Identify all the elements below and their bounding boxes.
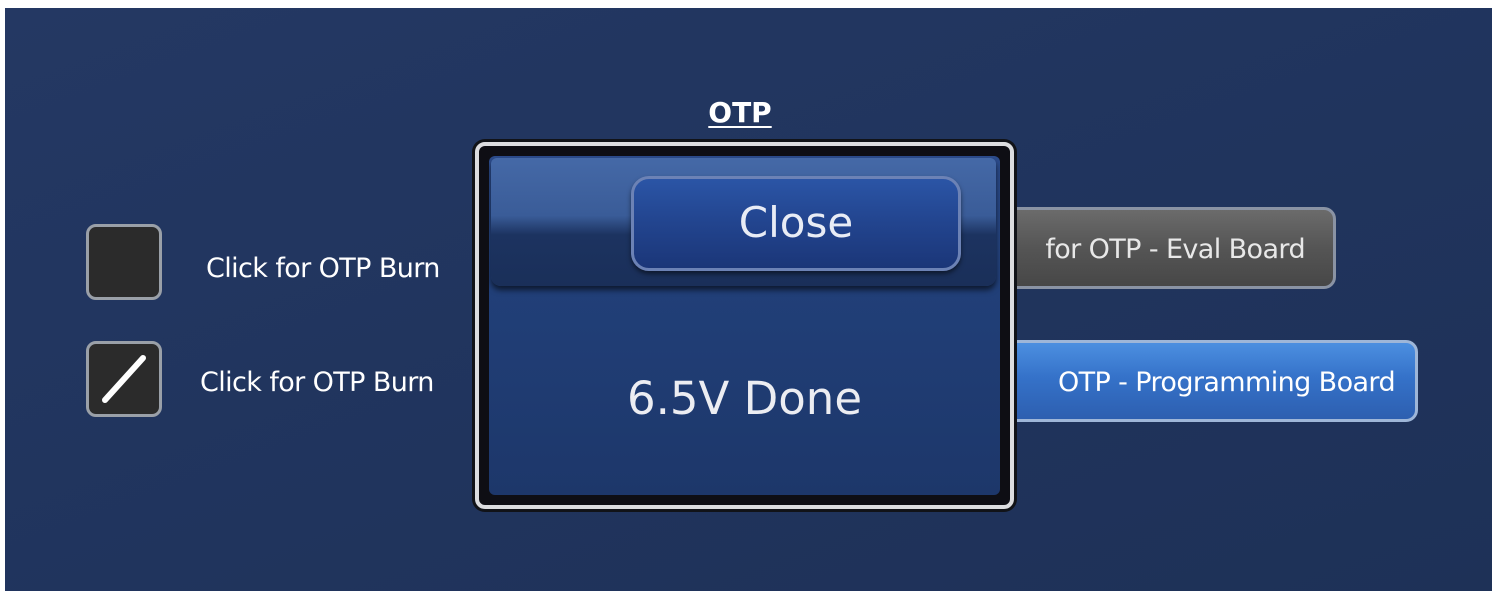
close-button[interactable]: Close [631,176,961,271]
check-mark-icon [102,355,146,403]
status-dialog-header: Close [491,158,996,286]
eval-board-checkbox[interactable] [86,224,162,300]
section-title: OTP [708,96,772,129]
eval-board-checkbox-label: Click for OTP Burn [206,253,440,284]
programming-board-checkbox-label: Click for OTP Burn [200,367,434,398]
programming-board-checkbox[interactable] [86,341,162,417]
status-dialog-body: Close 6.5V Done [489,156,1000,495]
otp-eval-board-button-label: for OTP - Eval Board [1045,234,1305,265]
status-message: 6.5V Done [626,372,863,425]
status-dialog: Close 6.5V Done [475,142,1014,509]
otp-programming-board-button-label: OTP - Programming Board [1057,367,1396,398]
